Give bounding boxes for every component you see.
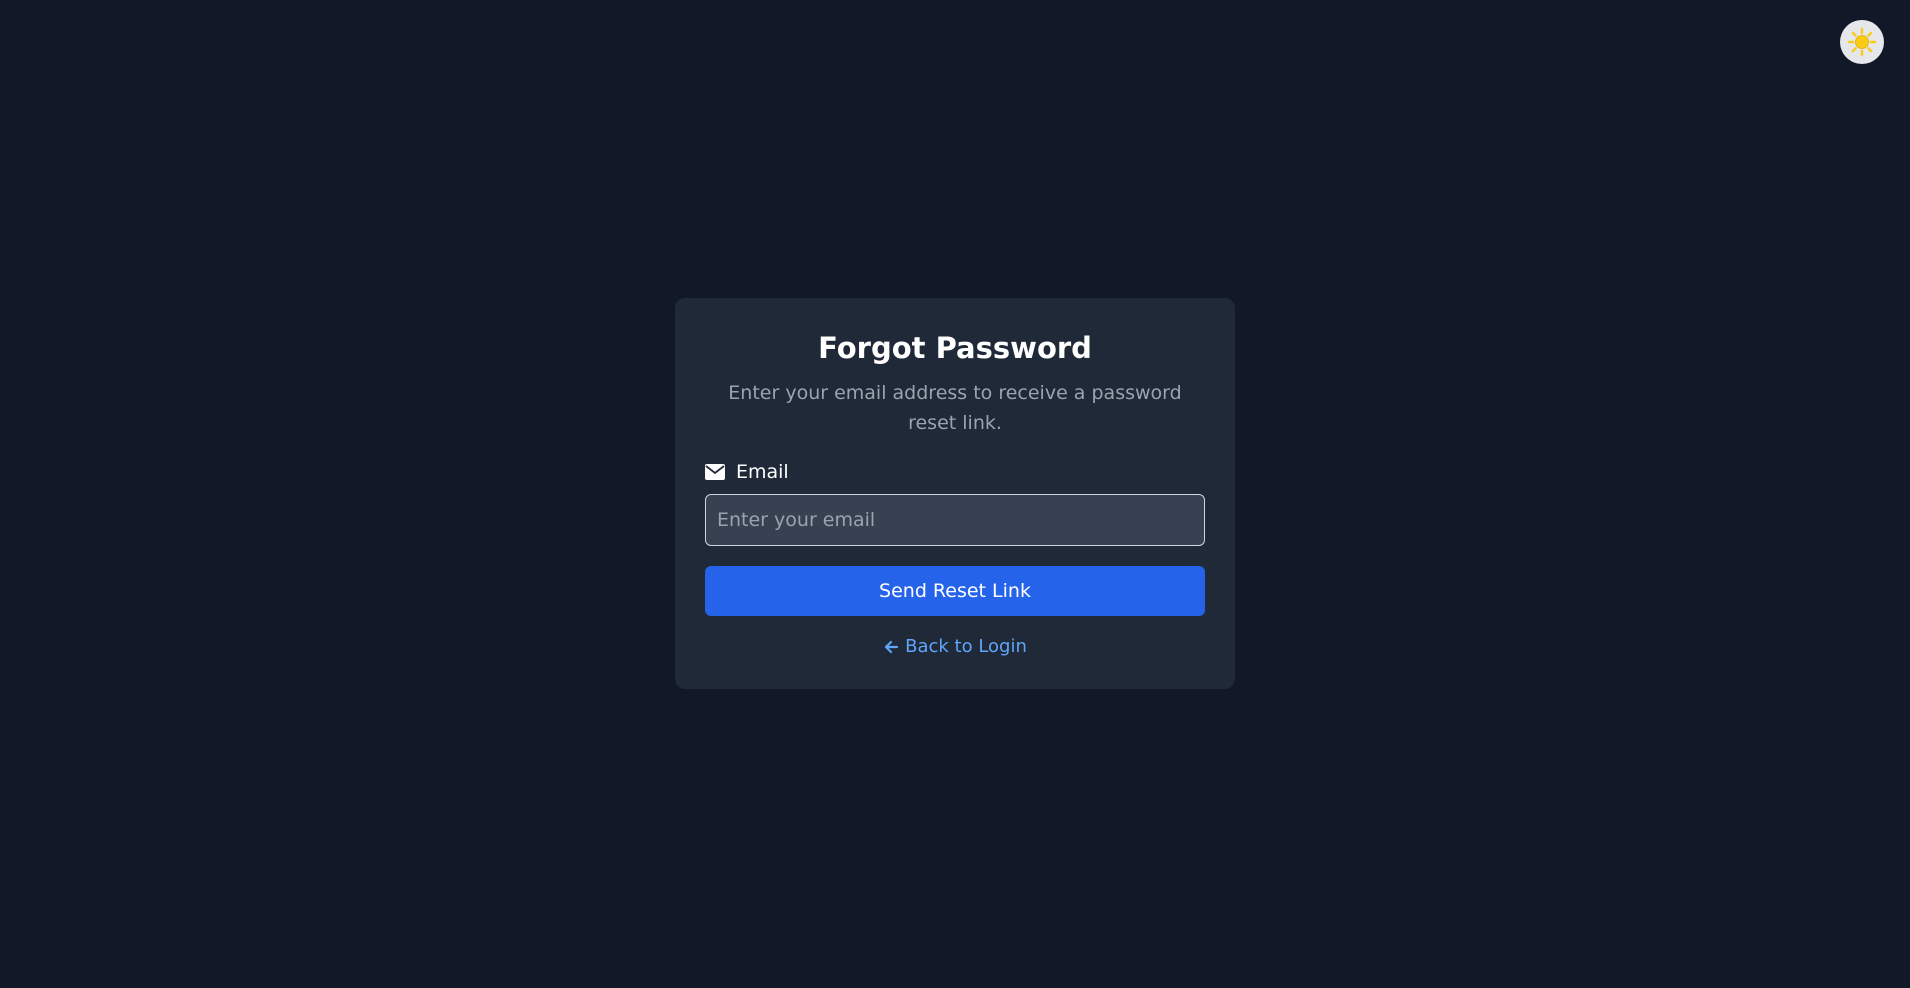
forgot-password-card: Forgot Password Enter your email address… — [675, 298, 1235, 689]
email-input[interactable] — [705, 494, 1205, 546]
arrow-left-icon — [883, 639, 899, 655]
sun-icon — [1847, 27, 1877, 57]
page-subtitle: Enter your email address to receive a pa… — [728, 382, 1182, 434]
email-label-text: Email — [736, 461, 789, 483]
page-title: Forgot Password — [818, 331, 1092, 365]
back-to-login-link[interactable]: Back to Login — [705, 636, 1205, 657]
back-to-login-label: Back to Login — [905, 636, 1027, 657]
envelope-icon — [705, 464, 725, 480]
email-label: Email — [705, 460, 1205, 484]
send-reset-link-button[interactable]: Send Reset Link — [705, 566, 1205, 616]
theme-toggle-button[interactable] — [1840, 20, 1884, 64]
